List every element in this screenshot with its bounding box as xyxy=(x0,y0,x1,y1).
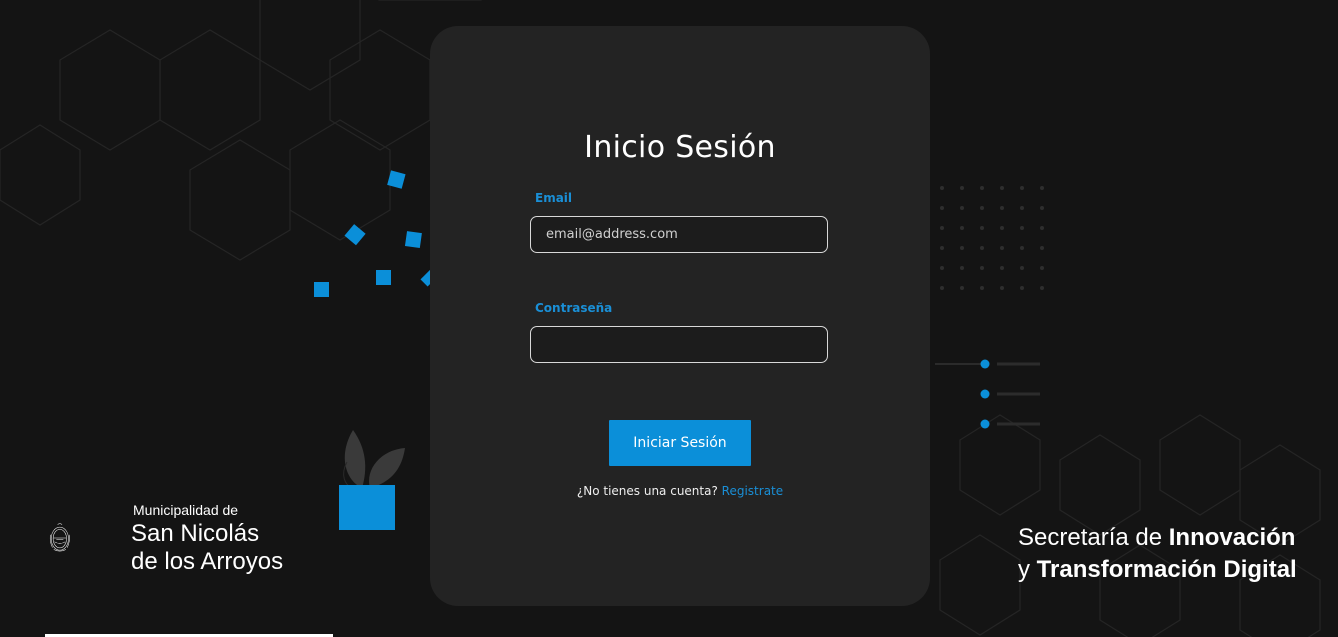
password-field[interactable] xyxy=(531,327,827,362)
secretariat-line2-bold: Transformación Digital xyxy=(1036,556,1297,583)
secretariat-brand: Secretaría de Innovación y Transformació… xyxy=(1018,522,1297,586)
password-field-container xyxy=(530,326,828,363)
secretariat-line1-bold: Innovación xyxy=(1168,524,1296,551)
secretariat-line2: y Transformación Digital xyxy=(1018,554,1297,586)
city-name-line1: San Nicolás xyxy=(131,520,260,547)
secretariat-line1-light: Secretaría de xyxy=(1018,524,1169,551)
secretariat-line1: Secretaría de Innovación xyxy=(1018,522,1297,554)
page-title: Inicio Sesión xyxy=(584,130,776,165)
login-card: Inicio Sesión Email Contraseña Iniciar S… xyxy=(430,26,930,606)
secretariat-line2-light: y xyxy=(1018,556,1037,583)
password-label: Contraseña xyxy=(535,301,613,315)
city-name-line2: de los Arroyos xyxy=(131,548,284,575)
login-button[interactable]: Iniciar Sesión xyxy=(609,420,751,466)
municipal-seal-icon xyxy=(49,523,70,552)
municipality-label: Municipalidad de xyxy=(133,502,239,518)
email-field[interactable] xyxy=(531,217,827,252)
email-label: Email xyxy=(535,191,573,205)
signup-question: ¿No tienes una cuenta? xyxy=(576,484,718,498)
city-name: San Nicolás de los Arroyos xyxy=(131,520,283,576)
signup-link[interactable]: Registrate xyxy=(722,484,783,498)
signup-prompt: ¿No tienes una cuenta? Registrate xyxy=(430,484,930,498)
email-field-container xyxy=(530,216,828,253)
